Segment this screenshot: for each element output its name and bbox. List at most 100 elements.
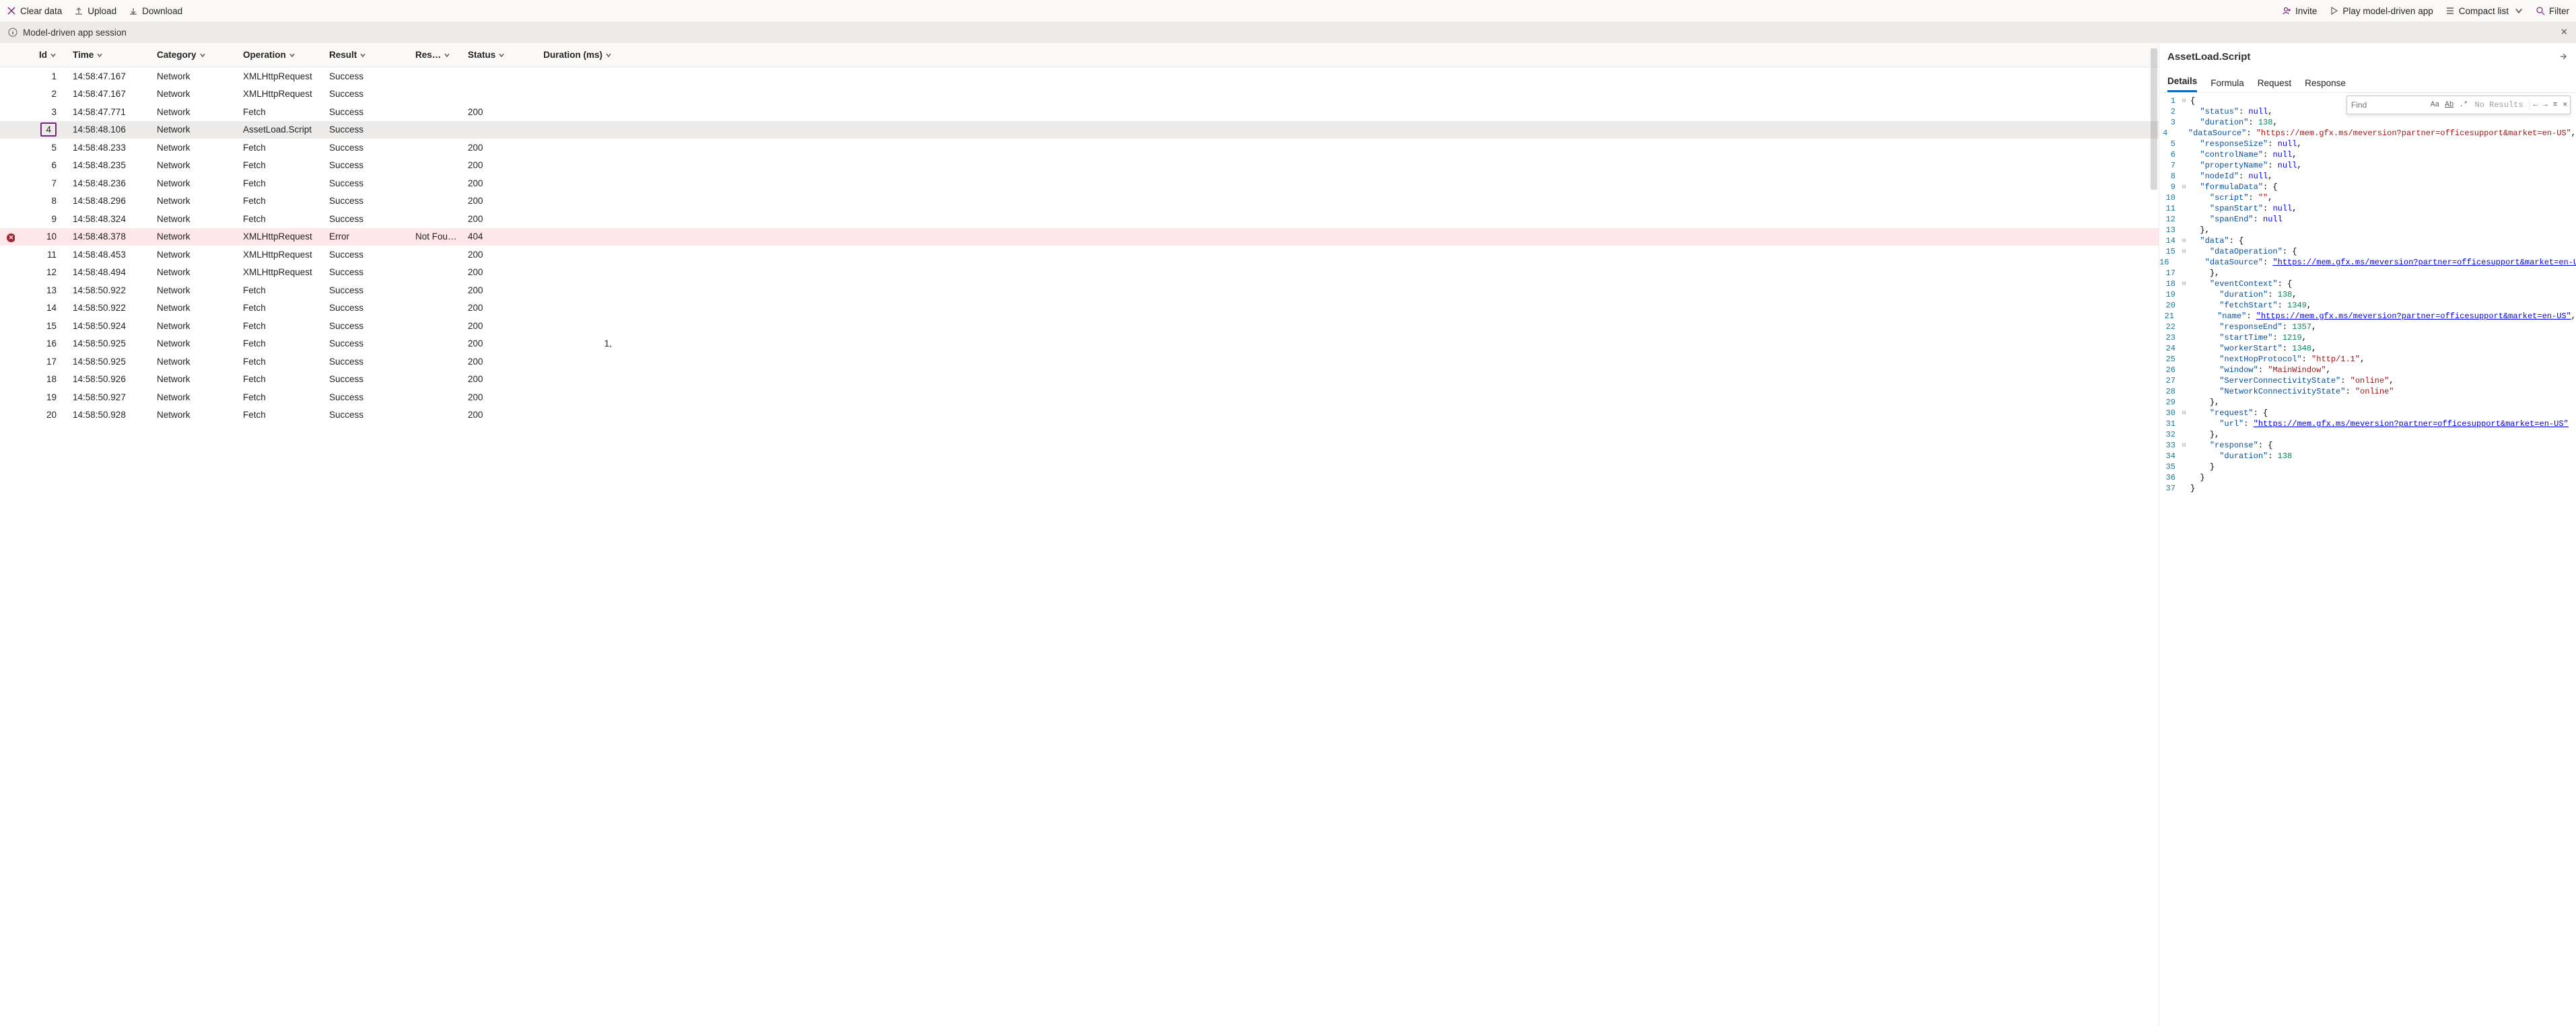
chevron-down-icon: [2514, 6, 2523, 15]
cell-time: 14:58:48.106: [67, 124, 151, 135]
find-close-icon[interactable]: ✕: [2560, 100, 2570, 110]
table-row[interactable]: 814:58:48.296NetworkFetchSuccess200: [0, 192, 2159, 211]
code-line: 23 "startTime": 1219,: [2159, 332, 2576, 343]
table-row[interactable]: 614:58:48.235NetworkFetchSuccess200: [0, 157, 2159, 175]
cell-time: 14:58:48.235: [67, 160, 151, 170]
tab-request[interactable]: Request: [2258, 78, 2291, 92]
cell-operation: Fetch: [238, 160, 324, 170]
cell-id: 17: [15, 357, 67, 367]
table-row[interactable]: 1614:58:50.925NetworkFetchSuccess2001,: [0, 335, 2159, 353]
table-row[interactable]: 214:58:47.167NetworkXMLHttpRequestSucces…: [0, 85, 2159, 104]
close-session-button[interactable]: ✕: [2561, 27, 2568, 38]
cell-status: 200: [462, 178, 536, 188]
cell-id: 3: [15, 107, 67, 117]
tab-response[interactable]: Response: [2305, 78, 2346, 92]
code-line: 8 "nodeId": null,: [2159, 171, 2576, 182]
tab-formula[interactable]: Formula: [2211, 78, 2244, 92]
table-row[interactable]: 2014:58:50.928NetworkFetchSuccess200: [0, 406, 2159, 425]
table-row[interactable]: ✕1014:58:48.378NetworkXMLHttpRequestErro…: [0, 228, 2159, 246]
play-icon: [2329, 6, 2338, 15]
table-row[interactable]: 1814:58:50.926NetworkFetchSuccess200: [0, 371, 2159, 389]
column-header-status[interactable]: Status: [468, 50, 531, 60]
match-case-icon[interactable]: Aa: [2428, 100, 2442, 110]
tab-details[interactable]: Details: [2167, 76, 2197, 92]
cell-time: 14:58:48.494: [67, 267, 151, 277]
cell-time: 14:58:47.167: [67, 89, 151, 99]
column-header-result[interactable]: Result: [329, 50, 405, 60]
table-row[interactable]: 1914:58:50.927NetworkFetchSuccess200: [0, 388, 2159, 406]
cell-result: Success: [324, 374, 410, 384]
cell-operation: Fetch: [238, 214, 324, 224]
column-header-id[interactable]: Id: [20, 50, 57, 60]
find-selection-icon[interactable]: ≡: [2550, 100, 2561, 110]
compact-list-button[interactable]: Compact list: [2445, 6, 2523, 16]
cell-category: Network: [151, 285, 238, 295]
find-input[interactable]: [2347, 100, 2428, 110]
code-line: 9⊟ "formulaData": {: [2159, 182, 2576, 192]
cell-result: Success: [324, 107, 410, 117]
table-row[interactable]: 1114:58:48.453NetworkXMLHttpRequestSucce…: [0, 246, 2159, 264]
column-header-duration[interactable]: Duration (ms): [542, 50, 612, 60]
cell-result: Success: [324, 357, 410, 367]
cell-id: 12: [15, 267, 67, 277]
cell-result: Success: [324, 338, 410, 349]
column-header-category[interactable]: Category: [157, 50, 232, 60]
find-prev-icon[interactable]: ←: [2531, 100, 2541, 110]
table-row[interactable]: 1714:58:50.925NetworkFetchSuccess200: [0, 353, 2159, 371]
code-line: 12 "spanEnd": null: [2159, 214, 2576, 225]
table-row[interactable]: 1414:58:50.922NetworkFetchSuccess200: [0, 299, 2159, 318]
invite-button[interactable]: Invite: [2282, 6, 2317, 16]
code-viewer[interactable]: Aa Ab .* No Results ← → ≡ ✕ 1⊟{2 "status…: [2159, 93, 2576, 1026]
cell-time: 14:58:48.296: [67, 196, 151, 206]
cell-result: Success: [324, 285, 410, 295]
details-title: AssetLoad.Script: [2167, 51, 2250, 63]
column-header-res2[interactable]: Res…: [415, 50, 457, 60]
details-tabs: Details Formula Request Response: [2159, 70, 2576, 93]
table-row[interactable]: 114:58:47.167NetworkXMLHttpRequestSucces…: [0, 67, 2159, 85]
upload-button[interactable]: Upload: [74, 6, 116, 16]
expand-icon[interactable]: [2558, 52, 2568, 61]
cell-status: 200: [462, 160, 536, 170]
filter-button[interactable]: Filter: [2536, 6, 2569, 16]
cell-result: Success: [324, 303, 410, 313]
table-row[interactable]: 414:58:48.106NetworkAssetLoad.ScriptSucc…: [0, 121, 2159, 139]
regex-icon[interactable]: .*: [2456, 100, 2470, 110]
cell-status: 200: [462, 303, 536, 313]
clear-data-button[interactable]: Clear data: [7, 6, 62, 16]
download-button[interactable]: Download: [129, 6, 182, 16]
scrollbar-thumb[interactable]: [2151, 48, 2157, 190]
cell-id: 18: [15, 374, 67, 384]
cell-operation: XMLHttpRequest: [238, 267, 324, 277]
table-row[interactable]: 314:58:47.771NetworkFetchSuccess200: [0, 103, 2159, 121]
cell-operation: Fetch: [238, 178, 324, 188]
invite-label: Invite: [2295, 6, 2317, 16]
code-line: 14⊟ "data": {: [2159, 235, 2576, 246]
cell-time: 14:58:48.324: [67, 214, 151, 224]
column-header-time[interactable]: Time: [73, 50, 146, 60]
column-header-operation[interactable]: Operation: [243, 50, 318, 60]
cell-result: Success: [324, 214, 410, 224]
code-line: 34 "duration": 138: [2159, 451, 2576, 462]
session-bar: Model-driven app session ✕: [0, 22, 2576, 43]
cell-id: 8: [15, 196, 67, 206]
cell-result: Error: [324, 231, 410, 242]
cell-time: 14:58:50.924: [67, 321, 151, 331]
code-line: 31 "url": "https://mem.gfx.ms/meversion?…: [2159, 418, 2576, 429]
person-icon: [2282, 6, 2291, 15]
cell-time: 14:58:50.928: [67, 410, 151, 420]
play-app-button[interactable]: Play model-driven app: [2329, 6, 2433, 16]
table-row[interactable]: 514:58:48.233NetworkFetchSuccess200: [0, 139, 2159, 157]
cell-operation: XMLHttpRequest: [238, 71, 324, 81]
table-row[interactable]: 1314:58:50.922NetworkFetchSuccess200: [0, 281, 2159, 299]
table-row[interactable]: 914:58:48.324NetworkFetchSuccess200: [0, 210, 2159, 228]
find-next-icon[interactable]: →: [2540, 100, 2550, 110]
match-word-icon[interactable]: Ab: [2442, 100, 2456, 110]
table-row[interactable]: 714:58:48.236NetworkFetchSuccess200: [0, 174, 2159, 192]
table-row[interactable]: 1514:58:50.924NetworkFetchSuccess200: [0, 317, 2159, 335]
compact-list-label: Compact list: [2459, 6, 2509, 16]
cell-status: 200: [462, 392, 536, 402]
table-row[interactable]: 1214:58:48.494NetworkXMLHttpRequestSucce…: [0, 264, 2159, 282]
cell-status: 200: [462, 267, 536, 277]
grid-body[interactable]: 114:58:47.167NetworkXMLHttpRequestSucces…: [0, 67, 2159, 1026]
cell-category: Network: [151, 410, 238, 420]
